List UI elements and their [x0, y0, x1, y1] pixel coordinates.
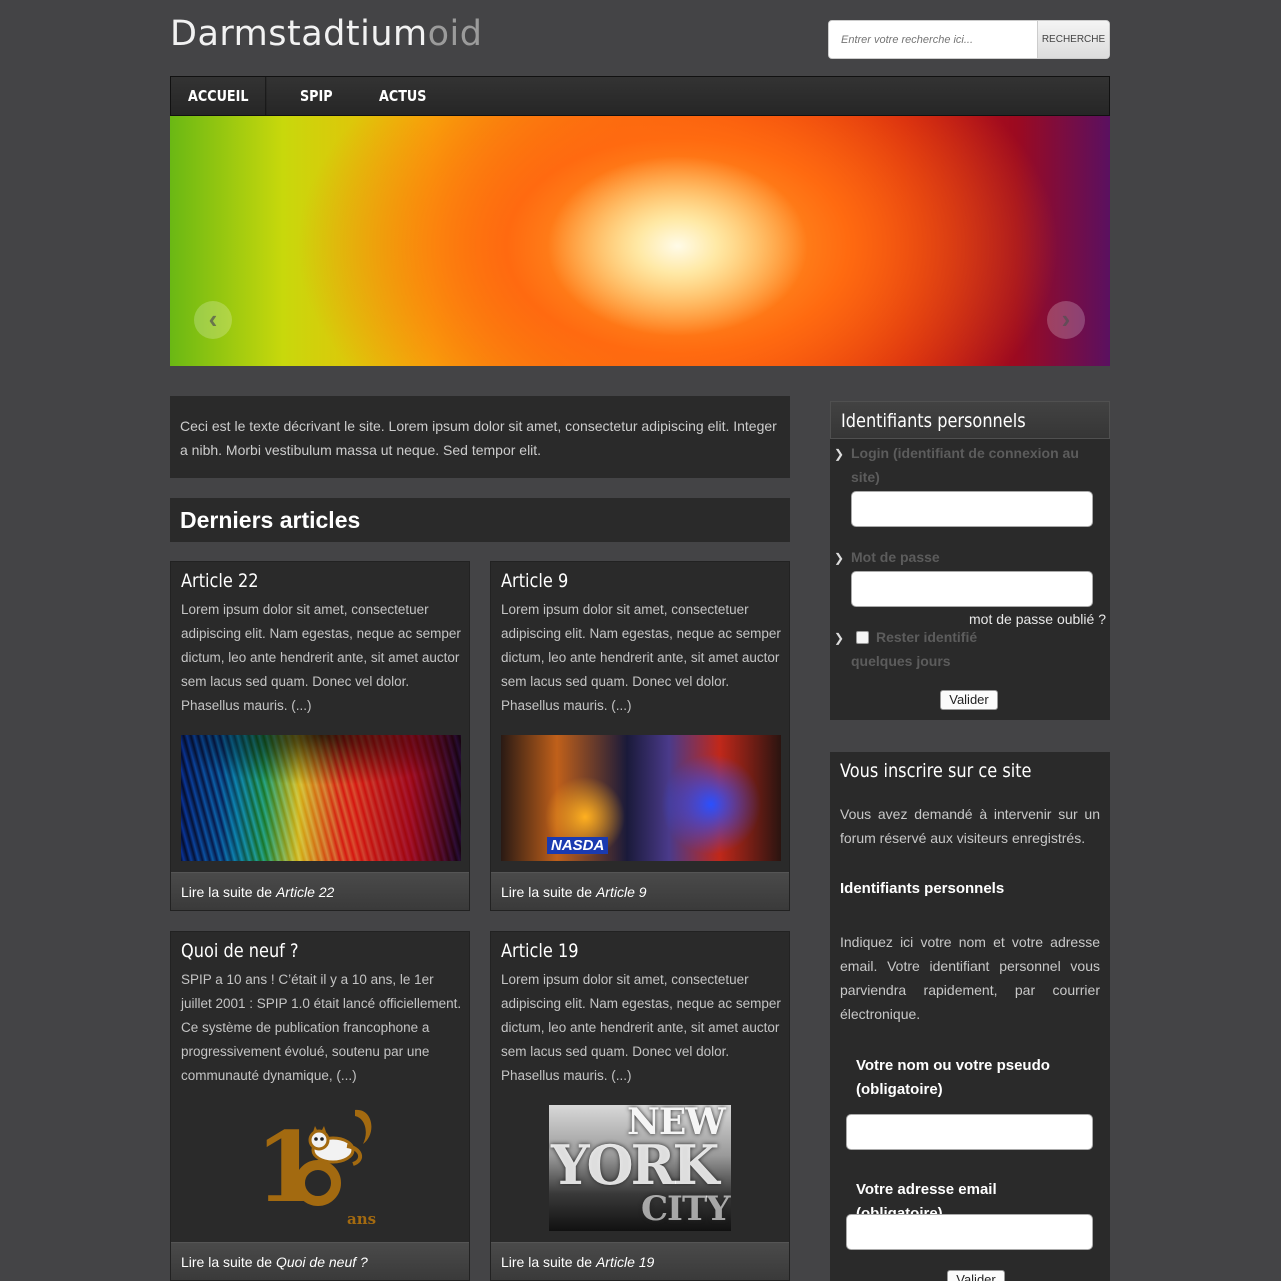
article-title[interactable]: Quoi de neuf ? — [181, 940, 299, 962]
read-more-link[interactable]: Lire la suite de Quoi de neuf ? — [171, 1242, 469, 1280]
read-more-prefix: Lire la suite de — [181, 1254, 276, 1270]
search-form: RECHERCHE — [828, 20, 1110, 59]
spip-10-ans-logo[interactable]: 1 ans — [255, 1102, 385, 1230]
article-excerpt: Lorem ipsum dolor sit amet, consectetuer… — [501, 972, 781, 1083]
article-title[interactable]: Article 22 — [181, 570, 258, 592]
nav-item-accueil[interactable]: ACCUEIL — [171, 77, 267, 115]
register-heading-text: Vous inscrire sur ce site — [840, 760, 1032, 782]
register-heading: Vous inscrire sur ce site — [830, 752, 1110, 790]
chevron-right-icon[interactable]: › — [1047, 301, 1085, 339]
login-submit-button[interactable]: Valider — [940, 690, 998, 710]
site-title-main[interactable]: Darmstadtium — [170, 14, 428, 54]
password-input[interactable] — [851, 571, 1093, 607]
article-image[interactable]: NASDA — [501, 735, 781, 861]
chevron-right-icon: ❯ — [834, 551, 845, 565]
login-box: Identifiants personnels ❯ Login (identif… — [830, 401, 1110, 720]
article-card: Article 19 Lorem ipsum dolor sit amet, c… — [490, 931, 790, 1281]
register-help: Indiquez ici votre nom et votre adresse … — [840, 934, 1100, 1022]
article-card: Article 22 Lorem ipsum dolor sit amet, c… — [170, 561, 470, 911]
article-card: Quoi de neuf ? SPIP a 10 ans ! C’était i… — [170, 931, 470, 1281]
article-excerpt: SPIP a 10 ans ! C’était il y a 10 ans, l… — [181, 972, 462, 1083]
read-more-link[interactable]: Lire la suite de Article 19 — [491, 1242, 789, 1280]
name-label: Votre nom ou votre pseudo (obligatoire) — [856, 1057, 1050, 1098]
main-nav: ACCUEIL SPIP ACTUS — [170, 76, 1110, 116]
email-input[interactable] — [846, 1214, 1093, 1250]
read-more-prefix: Lire la suite de — [501, 1254, 596, 1270]
remember-label: Rester identifié quelques jours — [851, 629, 978, 669]
article-image[interactable]: NEW YORK CITY — [549, 1105, 731, 1231]
article-excerpt: Lorem ipsum dolor sit amet, consectetuer… — [181, 602, 461, 713]
name-input[interactable] — [846, 1114, 1093, 1150]
nav-item-actus[interactable]: ACTUS — [362, 77, 443, 115]
read-more-link[interactable]: Lire la suite de Article 9 — [491, 872, 789, 910]
nav-item-spip[interactable]: SPIP — [283, 77, 350, 115]
squirrel-icon — [308, 1109, 372, 1166]
image-sign-text: NASDA — [547, 837, 609, 854]
logo-ans-text: ans — [347, 1210, 377, 1228]
register-intro: Vous avez demandé à intervenir sur un fo… — [840, 806, 1100, 846]
register-submit-button[interactable]: Valider — [947, 1270, 1005, 1281]
site-title[interactable]: Darmstadtiumoid — [170, 14, 482, 54]
register-box: Vous inscrire sur ce site Vous avez dema… — [830, 752, 1110, 1281]
read-more-title: Article 22 — [275, 884, 335, 900]
chevron-right-icon: ❯ — [834, 631, 845, 645]
read-more-title: Article 19 — [595, 1254, 655, 1270]
password-label: Mot de passe — [851, 549, 940, 565]
chevron-right-icon: ❯ — [834, 447, 845, 461]
latest-articles-heading: Derniers articles — [170, 498, 790, 542]
article-card: Article 9 Lorem ipsum dolor sit amet, co… — [490, 561, 790, 911]
banner-slider: ‹ › — [170, 116, 1110, 366]
site-title-suffix[interactable]: oid — [428, 14, 483, 54]
register-subheading: Identifiants personnels — [840, 880, 1005, 897]
login-input[interactable] — [851, 491, 1093, 527]
login-heading-text: Identifiants personnels — [841, 410, 1026, 432]
image-word-york: YORK — [551, 1133, 719, 1197]
search-button[interactable]: RECHERCHE — [1037, 21, 1109, 58]
article-excerpt: Lorem ipsum dolor sit amet, consectetuer… — [501, 602, 781, 713]
search-input[interactable] — [829, 21, 1037, 58]
site-description: Ceci est le texte décrivant le site. Lor… — [170, 396, 790, 478]
read-more-title: Article 9 — [595, 884, 647, 900]
article-title[interactable]: Article 19 — [501, 940, 578, 962]
read-more-title: Quoi de neuf ? — [275, 1254, 368, 1270]
read-more-prefix: Lire la suite de — [501, 884, 596, 900]
read-more-prefix: Lire la suite de — [181, 884, 276, 900]
login-heading: Identifiants personnels — [830, 401, 1110, 439]
image-word-city: CITY — [641, 1189, 731, 1229]
article-image[interactable] — [181, 735, 461, 861]
chevron-left-icon[interactable]: ‹ — [194, 301, 232, 339]
article-title[interactable]: Article 9 — [501, 570, 568, 592]
login-label: Login (identifiant de connexion au site) — [851, 445, 1079, 485]
read-more-link[interactable]: Lire la suite de Article 22 — [171, 872, 469, 910]
